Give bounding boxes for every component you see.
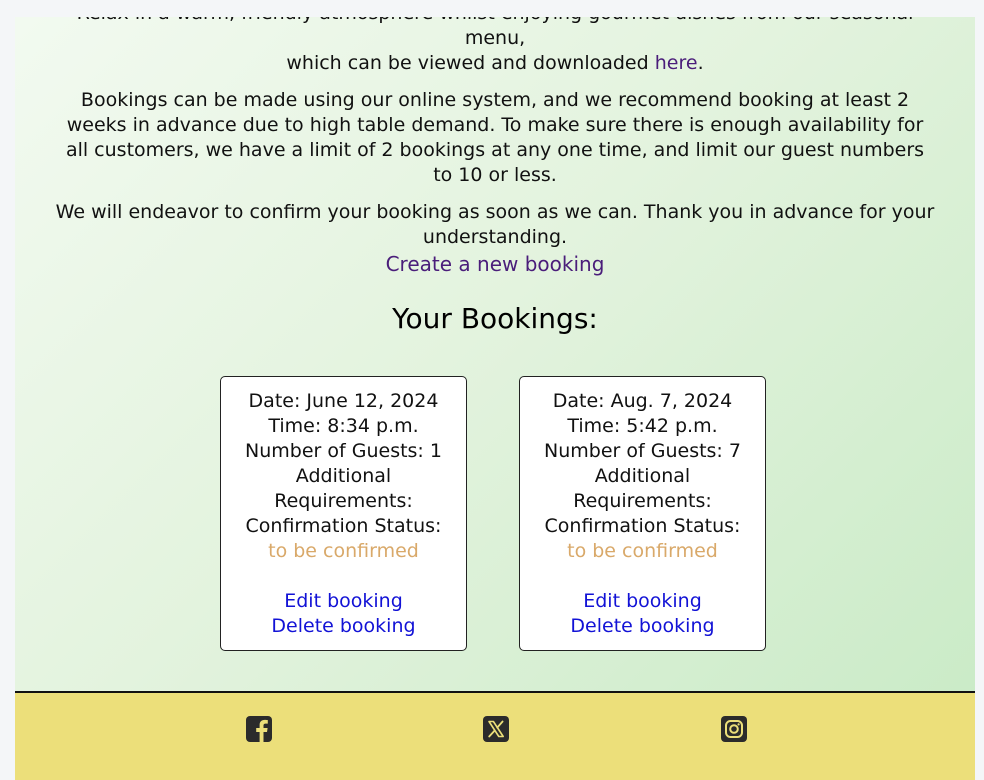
page: Relax in a warm, friendly atmosphere whi…: [15, 17, 975, 780]
booking-requirements: Additional Requirements:: [573, 465, 712, 512]
booking-status: Confirmation Status: to be confirmed: [534, 514, 751, 564]
status-value: to be confirmed: [268, 540, 419, 562]
edit-booking-link[interactable]: Edit booking: [534, 589, 751, 614]
create-booking-link[interactable]: Create a new booking: [15, 252, 975, 276]
booking-guests: Number of Guests: 1: [245, 440, 442, 462]
status-label: Confirmation Status:: [544, 515, 741, 537]
intro-line-cut: Relax in a warm, friendly atmosphere whi…: [77, 17, 914, 49]
intro-paragraph-3: We will endeavor to confirm your booking…: [55, 201, 935, 248]
footer: [15, 691, 975, 780]
edit-booking-link[interactable]: Edit booking: [235, 589, 452, 614]
delete-booking-link[interactable]: Delete booking: [235, 614, 452, 639]
booking-time: Time: 5:42 p.m.: [567, 415, 718, 437]
intro-paragraph-2: Bookings can be made using our online sy…: [65, 89, 925, 186]
booking-card: Date: June 12, 2024 Time: 8:34 p.m. Numb…: [220, 376, 467, 651]
bookings-heading: Your Bookings:: [392, 302, 598, 335]
intro-line-end: .: [697, 52, 704, 74]
booking-card: Date: Aug. 7, 2024 Time: 5:42 p.m. Numbe…: [519, 376, 766, 651]
menu-download-link[interactable]: here: [655, 52, 698, 74]
delete-booking-link[interactable]: Delete booking: [534, 614, 751, 639]
intro-text: Relax in a warm, friendly atmosphere whi…: [15, 17, 975, 262]
booking-time: Time: 8:34 p.m.: [268, 415, 419, 437]
status-label: Confirmation Status:: [245, 515, 442, 537]
booking-requirements: Additional Requirements:: [274, 465, 413, 512]
facebook-icon[interactable]: [245, 715, 273, 743]
intro-paragraph-1: Relax in a warm, friendly atmosphere whi…: [55, 17, 935, 76]
booking-date: Date: June 12, 2024: [248, 390, 439, 412]
booking-status: Confirmation Status: to be confirmed: [235, 514, 452, 564]
instagram-icon[interactable]: [720, 715, 748, 743]
x-twitter-icon[interactable]: [482, 715, 510, 743]
booking-date: Date: Aug. 7, 2024: [552, 390, 733, 412]
booking-guests: Number of Guests: 7: [544, 440, 741, 462]
intro-line-rest: which can be viewed and downloaded: [286, 52, 649, 74]
status-value: to be confirmed: [567, 540, 718, 562]
